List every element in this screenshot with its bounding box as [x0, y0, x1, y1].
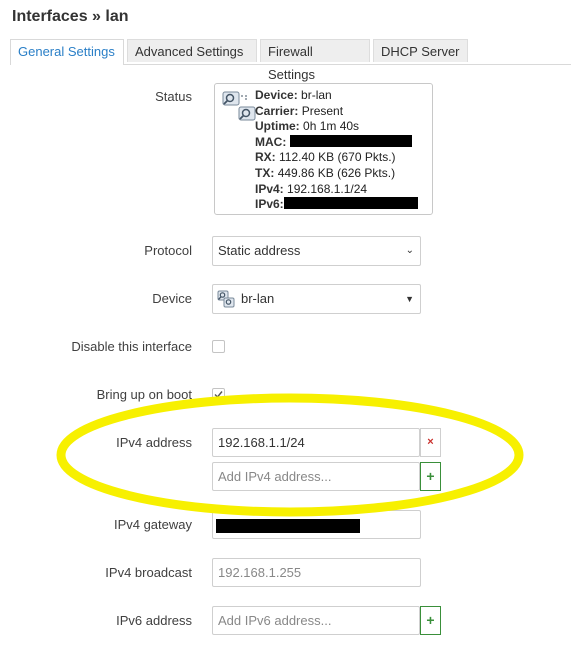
ipv4-broadcast-label: IPv4 broadcast	[105, 565, 192, 580]
mac-redaction	[289, 134, 412, 147]
ipv4-gateway-input[interactable]	[212, 510, 421, 539]
ipv4-broadcast-input[interactable]: 192.168.1.255	[212, 558, 421, 587]
device-value: br-lan	[241, 291, 275, 306]
device-key: Device:	[255, 88, 298, 102]
disable-checkbox[interactable]	[212, 340, 225, 353]
disable-label: Disable this interface	[71, 339, 192, 354]
tx-key: TX:	[255, 165, 275, 180]
status-box: Device: br-lan Carrier: Present Uptime: …	[214, 83, 433, 215]
rx-value: 112.40 KB (670 Pkts.)	[279, 150, 396, 165]
dropdown-triangle-icon: ▼	[405, 294, 414, 304]
tab-firewall-settings[interactable]: Firewall Settings	[260, 39, 370, 82]
status-label: Status	[155, 89, 192, 104]
device-select[interactable]: br-lan ▼	[212, 284, 421, 314]
device-label: Device	[152, 291, 192, 306]
ipv4-gateway-label: IPv4 gateway	[113, 517, 192, 532]
tab-bar: General Settings Advanced Settings Firew…	[10, 39, 571, 82]
add-ipv4-input[interactable]: Add IPv4 address...	[212, 462, 420, 491]
uptime-value: 0h 1m 40s	[303, 119, 360, 134]
remove-ipv4-button[interactable]: ×	[420, 428, 441, 457]
ipv4-value: 192.168.1.1/24	[287, 181, 368, 196]
tab-advanced-settings[interactable]: Advanced Settings	[127, 39, 257, 62]
protocol-value: Static address	[218, 243, 301, 258]
ipv4-key: IPv4:	[255, 181, 284, 196]
page-title: Interfaces » lan	[12, 8, 129, 25]
ipv6-address-label: IPv6 address	[116, 613, 192, 628]
add-ipv6-input[interactable]: Add IPv6 address...	[212, 606, 420, 635]
device-value: br-lan	[301, 88, 332, 102]
protocol-select[interactable]: Static address ⌄	[212, 236, 421, 266]
boot-label: Bring up on boot	[96, 387, 192, 402]
carrier-value: Present	[301, 103, 344, 118]
chevron-down-icon: ⌄	[405, 245, 414, 256]
carrier-key: Carrier:	[255, 103, 299, 118]
tab-dhcp-server[interactable]: DHCP Server	[373, 39, 468, 62]
tx-value: 449.86 KB (626 Pkts.)	[277, 165, 396, 180]
rx-key: RX:	[255, 150, 276, 165]
ipv4-address-label: IPv4 address	[116, 435, 192, 450]
uptime-key: Uptime:	[255, 119, 300, 134]
checkmark-icon	[214, 391, 223, 399]
network-device-icon	[222, 91, 256, 121]
boot-checkbox[interactable]	[212, 388, 225, 401]
ipv6-redaction	[283, 197, 418, 210]
ipv6-key: IPv6:	[255, 197, 284, 212]
ipv4-address-input[interactable]: 192.168.1.1/24	[212, 428, 420, 457]
bridge-icon	[217, 290, 235, 308]
tab-general-settings[interactable]: General Settings	[10, 39, 124, 65]
add-ipv6-button[interactable]: +	[420, 606, 441, 635]
status-details: Device: br-lan Carrier: Present Uptime: …	[255, 88, 418, 213]
gateway-redaction	[216, 519, 360, 533]
add-ipv4-button[interactable]: +	[420, 462, 441, 491]
mac-key: MAC:	[255, 134, 287, 149]
protocol-label: Protocol	[144, 243, 192, 258]
